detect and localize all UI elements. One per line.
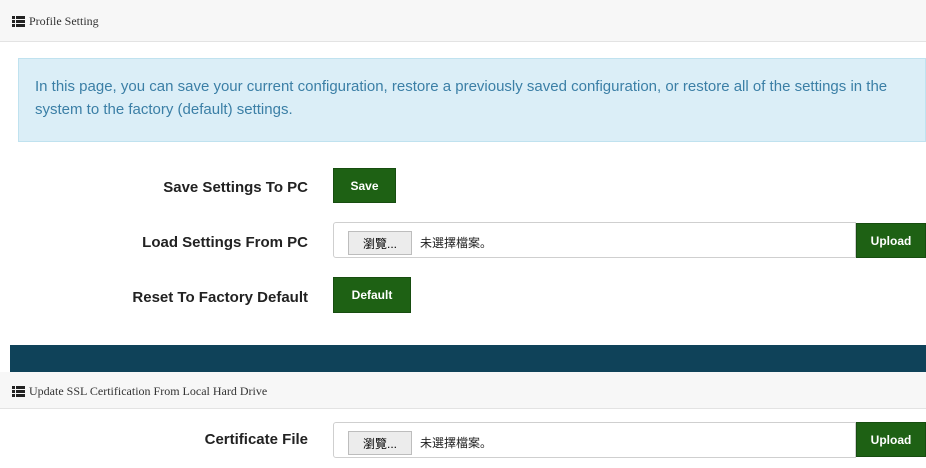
settings-file-input[interactable]: 瀏覽... 未選擇檔案。	[333, 222, 856, 258]
no-file-text: 未選擇檔案。	[420, 236, 493, 250]
save-button[interactable]: Save	[333, 168, 396, 203]
upload-certificate-button[interactable]: Upload	[856, 422, 926, 457]
section-divider-band	[10, 345, 926, 372]
ssl-panel-title: Update SSL Certification From Local Hard…	[29, 384, 268, 398]
browse-button[interactable]: 瀏覽...	[348, 431, 412, 455]
default-button[interactable]: Default	[333, 277, 411, 313]
list-icon	[12, 386, 25, 397]
list-icon	[12, 16, 25, 27]
load-settings-label: Load Settings From PC	[142, 234, 308, 251]
browse-button[interactable]: 瀏覽...	[348, 231, 412, 255]
info-alert: In this page, you can save your current …	[18, 58, 926, 142]
upload-settings-button[interactable]: Upload	[856, 223, 926, 258]
no-file-text: 未選擇檔案。	[420, 436, 493, 450]
certificate-file-input[interactable]: 瀏覽... 未選擇檔案。	[333, 422, 856, 458]
certificate-file-label: Certificate File	[204, 431, 308, 448]
ssl-panel-title-wrap: Update SSL Certification From Local Hard…	[12, 384, 267, 399]
save-settings-label: Save Settings To PC	[163, 179, 308, 196]
profile-panel-header: Profile Setting	[0, 0, 926, 42]
profile-panel-title-wrap: Profile Setting	[12, 14, 99, 29]
profile-panel-title: Profile Setting	[29, 14, 99, 28]
reset-factory-label: Reset To Factory Default	[132, 289, 308, 306]
ssl-panel-header: Update SSL Certification From Local Hard…	[0, 372, 926, 409]
